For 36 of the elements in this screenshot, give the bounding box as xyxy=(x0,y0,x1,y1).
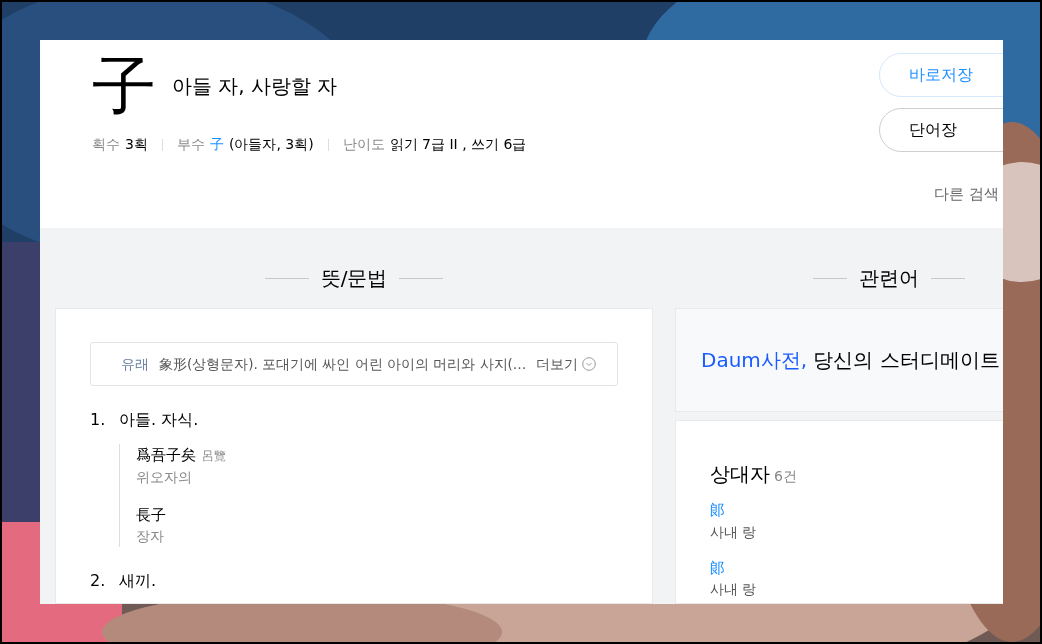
related-hanja-link[interactable]: 郞 xyxy=(710,556,725,579)
meta-value: (아들자, 3획) xyxy=(228,135,314,154)
related-title: 상대자 xyxy=(710,461,770,488)
example-reading: 장자 xyxy=(136,527,165,546)
related-reading: 사내 랑 xyxy=(710,580,758,599)
example-source: 呂覽 xyxy=(202,448,226,465)
chevron-down-icon xyxy=(582,357,597,371)
meta-label: 획수 xyxy=(92,135,120,154)
meta-label: 난이도 xyxy=(342,135,385,154)
hanja-character: 子 xyxy=(92,48,156,125)
section-title: 관련어 xyxy=(859,265,919,292)
meta-label: 부수 xyxy=(176,135,205,154)
origin-text: 象形(상형문자). 포대기에 싸인 어린 아이의 머리와 사지(… xyxy=(159,354,527,374)
promo-brand: Daum사전, xyxy=(701,347,808,374)
example-hanja: 長子 xyxy=(136,504,166,526)
more-button[interactable]: 더보기 xyxy=(536,353,597,375)
wordbook-button[interactable]: 단어장 xyxy=(879,108,1003,152)
promo-text: 당신의 스터디메이트 xyxy=(813,347,1000,374)
save-button[interactable]: 바로저장 xyxy=(879,53,1003,97)
promo-banner[interactable]: Daum사전, 당신의 스터디메이트 xyxy=(675,308,1003,412)
related-hanja-link[interactable]: 郞 xyxy=(710,499,725,522)
meta-value: 읽기 7급 II , 쓰기 6급 xyxy=(389,135,527,154)
example-hanja: 爲吾子矣 xyxy=(136,445,196,466)
section-title: 뜻/문법 xyxy=(320,265,388,292)
meaning-number: 1. xyxy=(90,409,107,431)
radical-link[interactable]: 子 xyxy=(209,134,224,155)
origin-label: 유래 xyxy=(121,354,149,374)
example-reading: 위오자의 xyxy=(136,467,193,487)
meaning-text: 아들. 자식. xyxy=(119,409,199,431)
meaning-text: 새끼. xyxy=(119,570,157,592)
meaning-number: 2. xyxy=(90,570,107,592)
meta-value: 3획 xyxy=(125,135,148,154)
hanja-meaning: 아들 자, 사랑할 자 xyxy=(172,73,338,100)
related-count: 6건 xyxy=(774,467,797,486)
other-search-link[interactable]: 다른 검색 xyxy=(934,183,999,206)
related-reading: 사내 랑 xyxy=(710,522,758,542)
